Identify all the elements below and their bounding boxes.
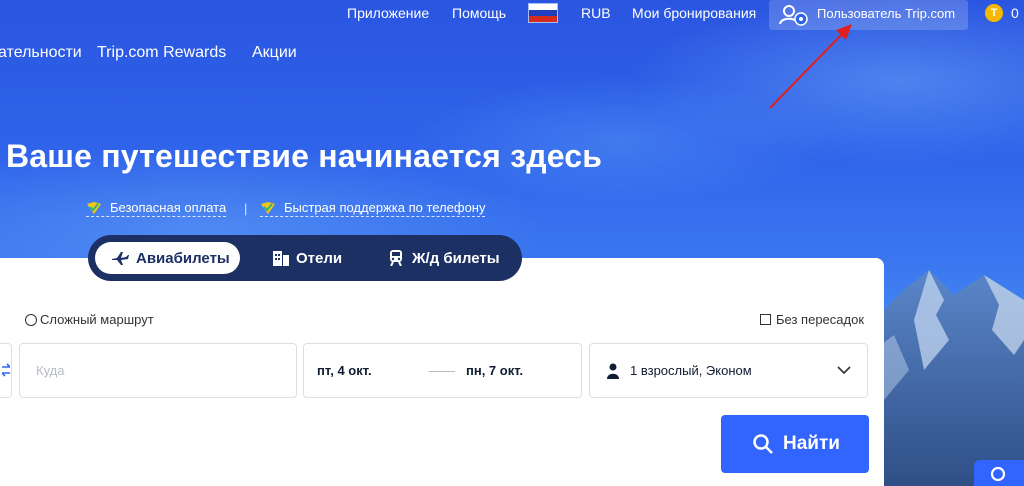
checkbox-icon (760, 314, 771, 325)
floating-search-button[interactable] (974, 460, 1024, 486)
train-icon (390, 250, 402, 266)
destination-field[interactable] (19, 343, 297, 398)
nonstop-checkbox[interactable]: Без пересадок (760, 312, 864, 327)
depart-date[interactable]: пт, 4 окт. (317, 363, 372, 378)
tab-hotels[interactable]: Отели (260, 242, 350, 274)
swap-button[interactable] (0, 343, 12, 398)
nav-rewards[interactable]: Trip.com Rewards (97, 44, 226, 62)
passengers-label: 1 взрослый, Эконом (630, 363, 752, 378)
destination-input[interactable] (36, 363, 286, 378)
airplane-icon (112, 252, 129, 265)
hotel-icon (273, 251, 289, 266)
feature-secure-payment[interactable]: Безопасная оплата (86, 200, 227, 217)
trip-coins-icon[interactable]: T (985, 4, 1003, 22)
person-icon (607, 363, 619, 379)
heart-check-icon (261, 202, 275, 214)
currency-selector[interactable]: RUB (581, 5, 611, 21)
trip-coins-count[interactable]: 0 (1011, 5, 1019, 21)
date-divider (429, 371, 455, 372)
page-title: Ваше путешествие начинается здесь (6, 138, 603, 174)
chevron-down-icon (837, 366, 851, 374)
multi-route-option[interactable]: Сложный маршрут (25, 312, 154, 327)
nav-deals[interactable]: Акции (252, 44, 297, 62)
shield-check-icon (87, 202, 101, 214)
date-field[interactable]: пт, 4 окт. пн, 7 окт. (303, 343, 582, 398)
help-link[interactable]: Помощь (452, 5, 506, 21)
radio-circle-icon (25, 314, 37, 326)
annotation-arrow-icon (769, 24, 852, 109)
product-tabs: Авиабилеты Отели Ж/д билеты (88, 235, 522, 281)
russia-flag-icon[interactable] (528, 3, 558, 23)
search-icon (990, 466, 1006, 482)
search-icon (753, 434, 773, 454)
mountain-image (874, 270, 1024, 486)
user-avatar-icon (779, 5, 808, 26)
app-link[interactable]: Приложение (347, 5, 429, 21)
passengers-field[interactable]: 1 взрослый, Эконом (589, 343, 868, 398)
return-date[interactable]: пн, 7 окт. (466, 363, 523, 378)
search-panel: Сложный маршрут Без пересадок пт, 4 окт.… (0, 258, 884, 486)
user-label: Пользователь Trip.com (817, 6, 956, 21)
feature-separator: | (244, 201, 248, 216)
tab-trains[interactable]: Ж/д билеты (374, 242, 514, 274)
swap-icon (2, 363, 10, 377)
search-button[interactable]: Найти (721, 415, 869, 473)
top-bar: Приложение Помощь RUB Мои бронирования П… (0, 0, 1024, 30)
feature-phone-support[interactable]: Быстрая поддержка по телефону (260, 200, 486, 217)
nav-activities[interactable]: ательности (0, 44, 82, 62)
my-bookings-link[interactable]: Мои бронирования (632, 5, 756, 21)
user-account-button[interactable]: Пользователь Trip.com (769, 0, 968, 30)
tab-flights[interactable]: Авиабилеты (95, 242, 240, 274)
